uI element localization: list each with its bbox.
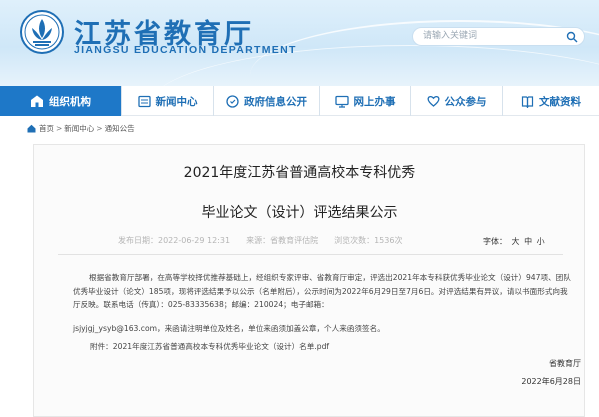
nav-label: 网上办事 (353, 95, 396, 108)
article-paragraph: 根据省教育厅部署，在高等学校择优推荐基础上，经组织专家评审、省教育厅审定，评选出… (73, 273, 571, 309)
meta-divider (58, 254, 563, 255)
publish-date: 发布日期：2022-06-29 12:31 (118, 236, 231, 245)
heart-icon (426, 96, 440, 107)
search-input[interactable]: 请输入关键词 (412, 27, 585, 46)
nav-label: 政府信息公开 (244, 95, 307, 108)
font-size-switcher: 字体： 大 中 小 (483, 236, 547, 247)
nav-item-public-participation[interactable]: 公众参与 (411, 86, 502, 116)
article-paragraph-email: jsjyjgj_ysyb@163.com，来函请注明单位及姓名，单位来函须加盖公… (73, 324, 385, 333)
breadcrumb-separator: > (96, 123, 103, 133)
main-nav: 组织机构 新闻中心 政府信息公开 网上办事 公众参与 文献资料 (0, 86, 599, 116)
nav-item-info-disclosure[interactable]: 政府信息公开 (214, 86, 319, 116)
monitor-icon (334, 95, 349, 108)
home-icon (27, 124, 36, 132)
nav-item-organization[interactable]: 组织机构 (0, 86, 121, 116)
attachment-link[interactable]: 附件：2021年度江苏省普通高校本专科优秀毕业论文（设计）名单.pdf (90, 340, 590, 354)
emblem-icon (20, 10, 64, 54)
view-count: 浏览次数：1536次 (334, 236, 403, 245)
nav-label: 公众参与 (444, 95, 487, 108)
site-subtitle: JIANGSU EDUCATION DEPARTMENT (74, 44, 297, 56)
org-icon (31, 95, 43, 107)
breadcrumb: 首页 > 新闻中心 > 通知公告 (27, 120, 135, 136)
breadcrumb-home[interactable]: 首页 (39, 123, 54, 134)
article-source: 来源：省教育评估院 (246, 236, 319, 245)
breadcrumb-separator: > (56, 123, 63, 133)
nav-label: 新闻中心 (155, 95, 198, 108)
nav-item-online-services[interactable]: 网上办事 (320, 86, 410, 116)
breadcrumb-news[interactable]: 新闻中心 (64, 123, 94, 134)
search-icon[interactable] (566, 31, 578, 43)
site-header: 江苏省教育厅 JIANGSU EDUCATION DEPARTMENT 请输入关… (0, 0, 599, 86)
nav-label: 组织机构 (49, 95, 91, 108)
font-size-label: 字体： (483, 237, 507, 246)
books-icon (521, 95, 534, 108)
font-size-medium[interactable]: 中 (524, 237, 532, 246)
nav-item-news[interactable]: 新闻中心 (122, 86, 213, 116)
article-signature: 省教育厅 2022年6月28日 (521, 355, 581, 391)
news-icon (137, 95, 151, 107)
font-size-large[interactable]: 大 (512, 237, 520, 246)
article-meta: 发布日期：2022-06-29 12:31 来源：省教育评估院 浏览次数：153… (118, 235, 418, 247)
signature-date: 2022年6月28日 (521, 377, 581, 386)
nav-label: 文献资料 (539, 95, 581, 108)
article-title-line1: 2021年度江苏省普通高校本专科优秀 (183, 165, 416, 181)
article-title-line2: 毕业论文（设计）评选结果公示 (201, 205, 398, 221)
font-size-small[interactable]: 小 (537, 237, 545, 246)
signature-org: 省教育厅 (549, 359, 581, 368)
search-placeholder: 请输入关键词 (423, 31, 478, 41)
breadcrumb-notices[interactable]: 通知公告 (105, 123, 135, 134)
nav-item-documents[interactable]: 文献资料 (503, 86, 599, 116)
info-icon (226, 94, 239, 108)
